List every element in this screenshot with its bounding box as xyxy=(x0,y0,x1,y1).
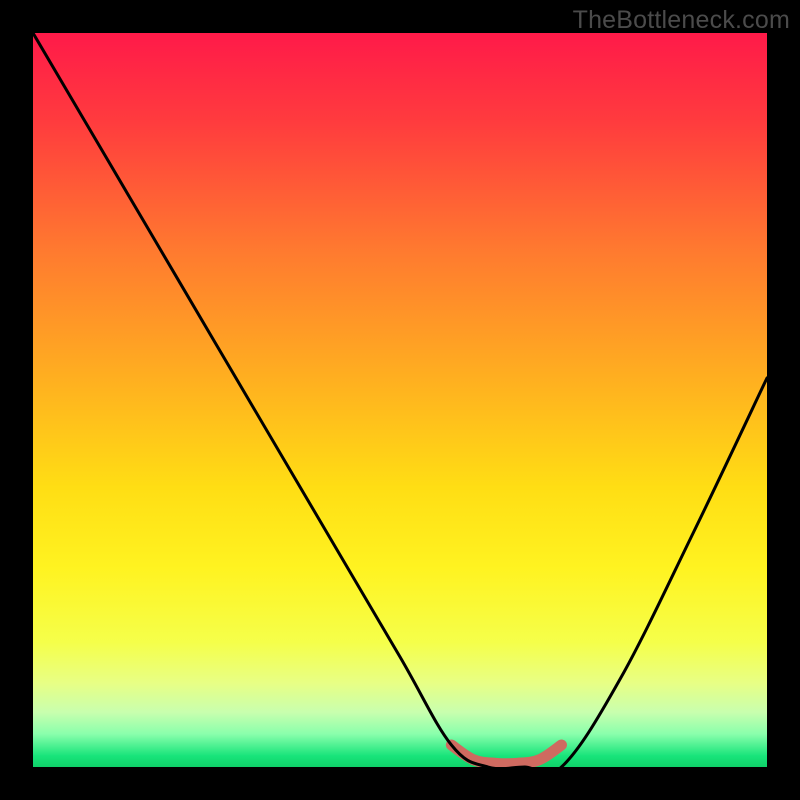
chart-frame: TheBottleneck.com xyxy=(0,0,800,800)
chart-svg xyxy=(33,33,767,767)
bottleneck-curve xyxy=(33,33,767,767)
watermark-text: TheBottleneck.com xyxy=(573,6,790,35)
chart-plot-area xyxy=(33,33,767,767)
